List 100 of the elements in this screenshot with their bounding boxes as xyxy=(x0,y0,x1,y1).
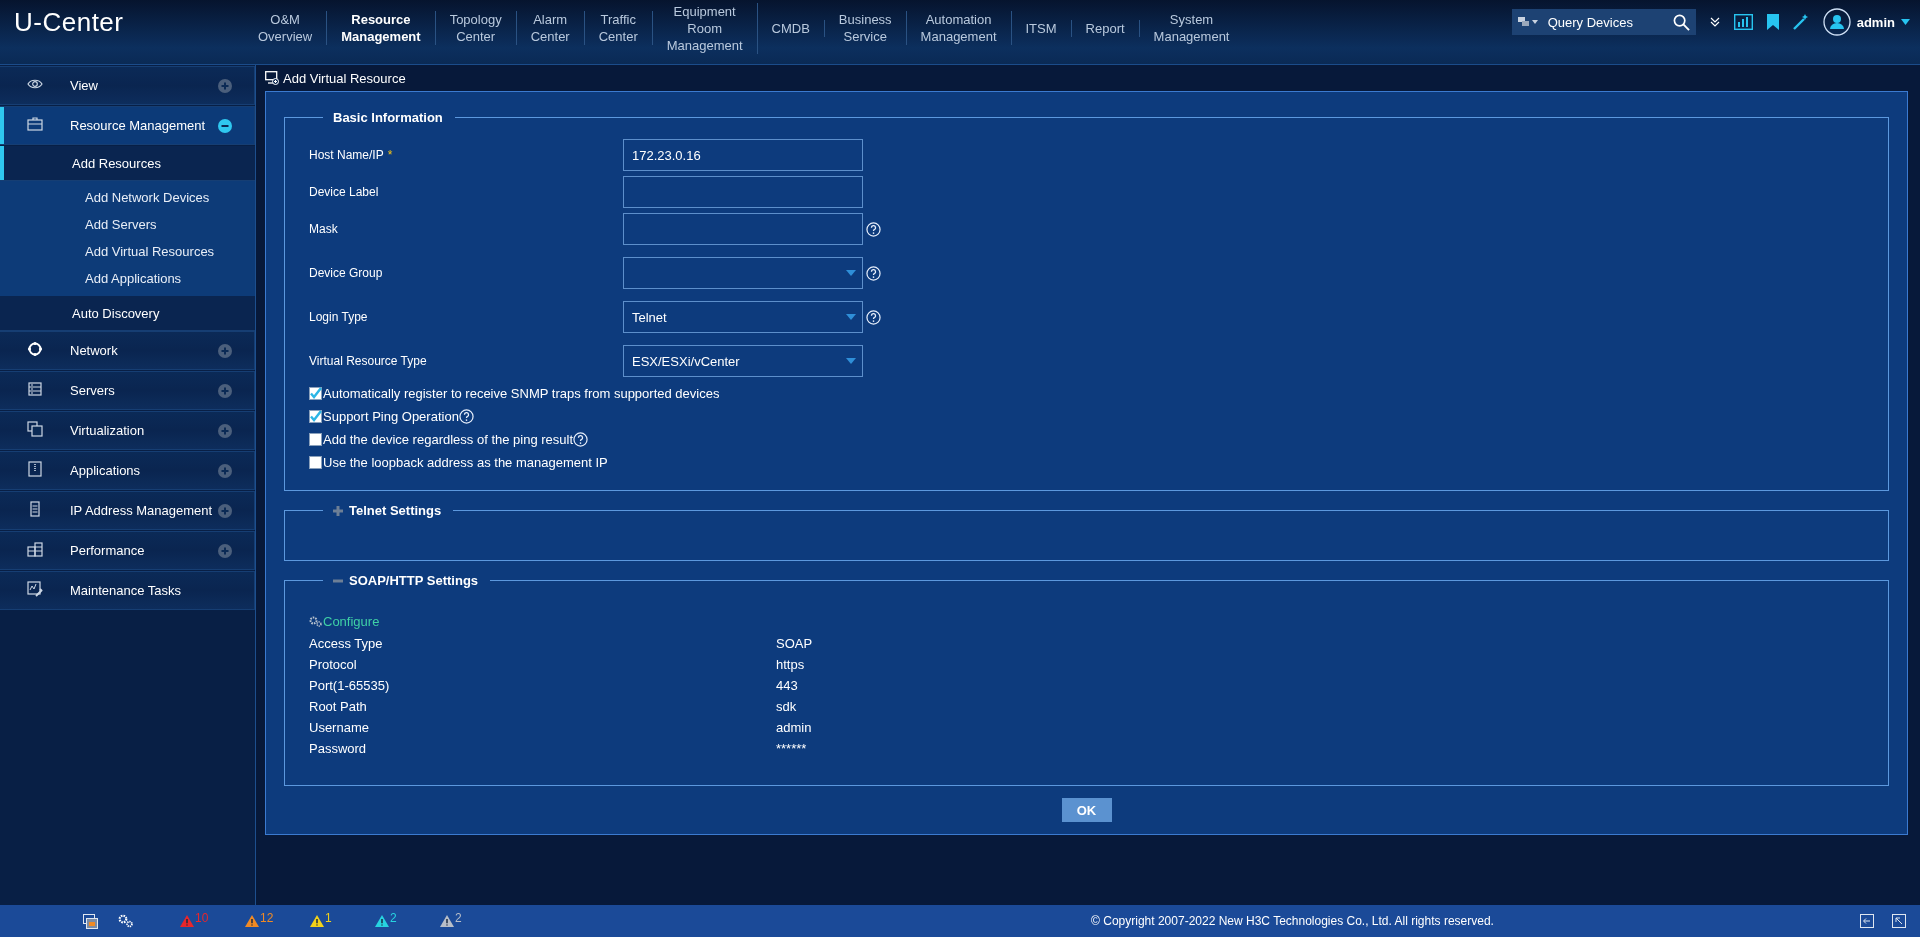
help-icon[interactable] xyxy=(866,309,881,325)
expand-icon[interactable] xyxy=(218,343,232,358)
property-value: SOAP xyxy=(776,635,814,652)
expand-icon[interactable] xyxy=(218,463,232,478)
field-label: Mask xyxy=(309,222,339,236)
magic-wand-icon[interactable] xyxy=(1792,14,1809,30)
logo: U-Center xyxy=(13,6,125,39)
input-field[interactable] xyxy=(623,213,863,245)
bar-chart-icon[interactable] xyxy=(1733,14,1753,30)
select-field[interactable] xyxy=(623,257,863,289)
dropdown-arrow-icon xyxy=(846,314,856,320)
sidebar-item[interactable]: Maintenance Tasks xyxy=(0,571,255,610)
sidebar-item[interactable]: Resource Management xyxy=(0,106,255,145)
help-icon[interactable] xyxy=(866,221,881,237)
field-label: Login Type xyxy=(309,310,369,324)
expand-icon[interactable] xyxy=(218,423,232,438)
windows-icon[interactable] xyxy=(83,913,98,929)
search-field[interactable]: Query Devices xyxy=(1511,9,1696,35)
help-icon[interactable] xyxy=(573,432,589,447)
input-field[interactable]: 172.23.0.16 xyxy=(623,139,863,171)
sidebar-subitem[interactable]: Add Resources xyxy=(0,146,255,181)
alert-icon[interactable] xyxy=(245,915,259,927)
bookmark-icon[interactable] xyxy=(1766,14,1779,30)
collapse-icon[interactable] xyxy=(218,118,232,133)
nav-tab[interactable]: Report xyxy=(1071,19,1140,37)
sidebar-item[interactable]: View xyxy=(0,66,255,105)
configure-link[interactable]: Configure xyxy=(309,614,380,629)
expand-icon[interactable] xyxy=(218,503,232,518)
sidebar-item[interactable]: Virtualization xyxy=(0,411,255,450)
nav-tab[interactable]: System Management xyxy=(1139,11,1244,45)
nav-tab[interactable]: Automation Management xyxy=(906,11,1012,45)
checkbox[interactable] xyxy=(309,387,322,400)
property-label: Protocol xyxy=(309,656,358,673)
alert-icon[interactable] xyxy=(180,915,194,927)
property-label: Access Type xyxy=(309,635,384,652)
section-title: Basic Information xyxy=(333,110,443,125)
help-icon[interactable] xyxy=(866,265,881,281)
field-label: Device Group xyxy=(309,266,384,280)
collapse-left-icon[interactable] xyxy=(1860,914,1874,928)
sidebar-item[interactable]: Performance xyxy=(0,531,255,570)
gears-icon xyxy=(309,616,322,627)
property-value: https xyxy=(776,656,806,673)
device-icon[interactable] xyxy=(1517,16,1540,28)
input-field[interactable] xyxy=(623,176,863,208)
property-label: Port(1-65535) xyxy=(309,677,391,694)
nav-tab[interactable]: Equipment Room Management xyxy=(652,2,758,54)
nav-tab[interactable]: ITSM xyxy=(1011,19,1072,37)
field-label: Virtual Resource Type xyxy=(309,354,428,368)
alert-count[interactable]: 2 xyxy=(455,911,462,925)
field-label: Device Label xyxy=(309,185,380,199)
select-field[interactable]: Telnet xyxy=(623,301,863,333)
sidebar-item[interactable]: Servers xyxy=(0,371,255,410)
sidebar-link[interactable]: Add Virtual Resources xyxy=(0,238,255,265)
property-value: admin xyxy=(776,719,813,736)
nav-tab[interactable]: Alarm Center xyxy=(516,11,585,45)
sidebar-link[interactable]: Add Applications xyxy=(0,265,255,292)
property-label: Username xyxy=(309,719,370,736)
expand-icon[interactable] xyxy=(218,383,232,398)
alert-icon[interactable] xyxy=(310,915,324,927)
select-field[interactable]: ESX/ESXi/vCenter xyxy=(623,345,863,377)
nav-tab[interactable]: Topology Center xyxy=(435,11,517,45)
dropdown-arrow-icon xyxy=(846,270,856,276)
alert-icon[interactable] xyxy=(440,915,454,927)
nav-tab[interactable]: CMDB xyxy=(757,19,825,37)
sidebar-item[interactable]: IP Address Management xyxy=(0,491,255,530)
search-icon[interactable] xyxy=(1672,13,1690,31)
alert-count[interactable]: 1 xyxy=(325,911,332,925)
sidebar-link[interactable]: Add Network Devices xyxy=(0,184,255,211)
sidebar-subitem[interactable]: Auto Discovery xyxy=(0,296,255,331)
alert-count[interactable]: 2 xyxy=(390,911,397,925)
expand-icon[interactable] xyxy=(218,543,232,558)
search-input[interactable]: Query Devices xyxy=(1545,13,1667,31)
checkbox-label[interactable]: Support Ping Operation xyxy=(323,409,459,424)
expand-icon[interactable] xyxy=(333,505,343,516)
checkbox[interactable] xyxy=(309,456,322,469)
help-icon[interactable] xyxy=(458,409,474,424)
nav-tab[interactable]: Business Service xyxy=(824,11,907,45)
sidebar-item[interactable]: Applications xyxy=(0,451,255,490)
checkbox-label[interactable]: Automatically register to receive SNMP traps from supported devices xyxy=(323,386,720,401)
section-title: SOAP/HTTP Settings xyxy=(349,573,479,588)
nav-tab[interactable]: O&M Overview xyxy=(244,11,328,45)
nav-tab[interactable]: Resource Management xyxy=(327,11,436,45)
expand-icon[interactable] xyxy=(218,78,232,93)
checkbox-label[interactable]: Use the loopback address as the management IP xyxy=(323,455,608,470)
sidebar-link[interactable]: Add Servers xyxy=(0,211,255,238)
page-title: Add Virtual Resource xyxy=(283,70,406,86)
nav-tab[interactable]: Traffic Center xyxy=(584,11,653,45)
caret-icon[interactable] xyxy=(1901,19,1910,25)
alert-icon[interactable] xyxy=(375,915,389,927)
chevrons-down-icon[interactable] xyxy=(1709,17,1720,27)
checkbox-label[interactable]: Add the device regardless of the ping result xyxy=(323,432,574,447)
checkbox[interactable] xyxy=(309,433,322,446)
checkbox[interactable] xyxy=(309,410,322,423)
restore-icon[interactable] xyxy=(1892,914,1906,928)
dropdown-arrow-icon xyxy=(846,358,856,364)
gears-icon[interactable] xyxy=(118,913,134,928)
avatar-icon[interactable] xyxy=(1822,8,1851,36)
copyright-text: © Copyright 2007-2022 New H3C Technologies Co., Ltd. All rights reserved. xyxy=(1090,914,1494,928)
user-name[interactable]: admin xyxy=(1856,14,1895,30)
sidebar-item[interactable]: Network xyxy=(0,331,255,370)
